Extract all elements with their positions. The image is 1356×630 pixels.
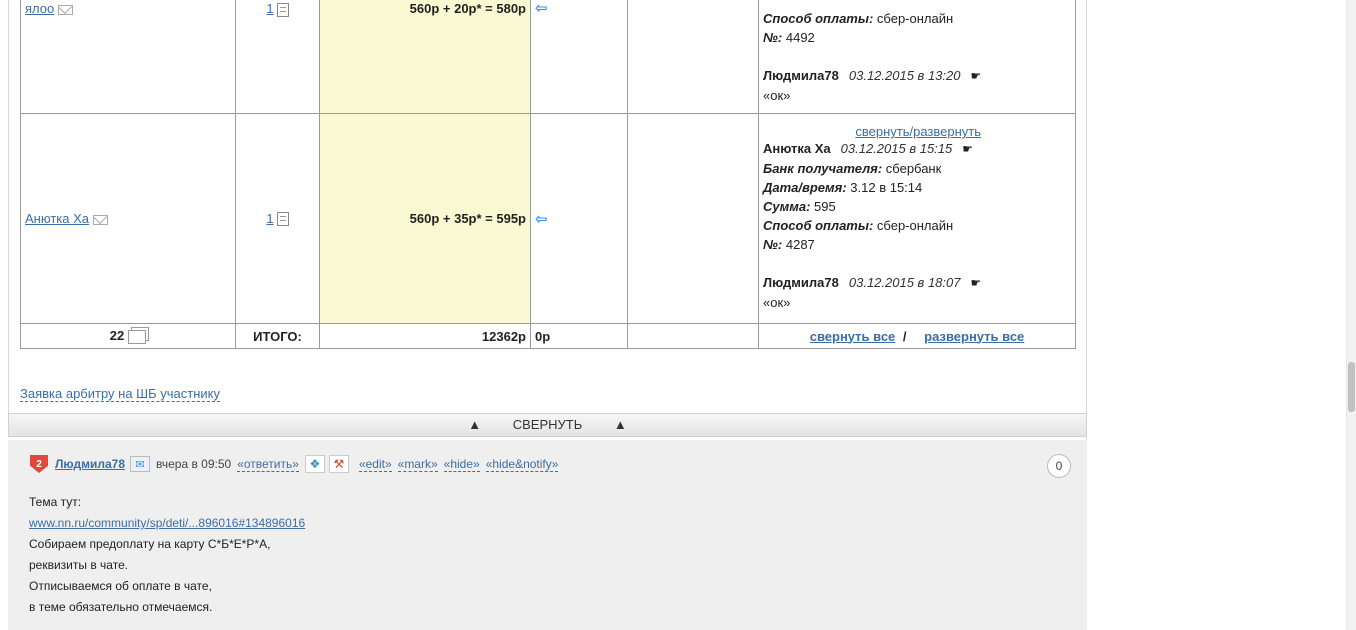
participant-cell: Анютка Ха [20,113,236,324]
arrow-cell: ⇦ [530,0,628,114]
collapse-all-link[interactable]: свернуть все [810,329,896,344]
reply-text: «ок» [763,88,791,103]
arrow-cell: ⇦ [530,113,628,324]
comment-body: Тема тут: www.nn.ru/community/sp/deti/..… [29,492,305,618]
comment-counter[interactable]: 0 [1047,454,1071,478]
detail-line: №: 4287 [763,237,815,252]
total-label: ИТОГО: [235,323,320,349]
detail-line: Способ оплаты: сбер-онлайн [763,11,954,26]
empty-cell [627,113,759,324]
entry-header: Анютка Ха 03.12.2015 в 15:15 ☛ [763,141,974,156]
mail-icon[interactable]: ✉ [130,456,151,472]
collapse-bar[interactable]: ▲ СВЕРНУТЬ ▲ [8,413,1087,437]
qty-link[interactable]: 1 [266,211,273,226]
reply-header: Людмила78 03.12.2015 в 13:20 ☛ [763,68,982,83]
empty-cell [627,323,759,349]
participant-link[interactable]: Анютка Ха [25,211,89,226]
details-cell: свернуть/развернуть Анютка Ха 03.12.2015 … [758,113,1076,324]
comment-time: вчера в 09:50 [156,457,232,471]
toggle-collapse-link[interactable]: свернуть/развернуть [763,125,1071,139]
detail-line: №: 4492 [763,30,815,45]
totals-row: 22 ИТОГО: 12362р 0р свернуть все / разве… [20,323,1076,349]
collapse-label: СВЕРНУТЬ [512,417,583,432]
sum-cell: 560р + 35р* = 595р [319,113,531,324]
comment-line: реквизиты в чате. [29,558,129,572]
gift-icon[interactable]: ❖ [304,455,325,473]
document-icon[interactable] [276,212,289,227]
pointing-hand-icon[interactable]: ☛ [962,142,973,156]
comment-author-link[interactable]: Людмила78 [55,457,125,471]
rank-badge-icon: 2 [30,455,48,473]
total-sum: 12362р [319,323,531,349]
reply-header: Людмила78 03.12.2015 в 18:07 ☛ [763,275,982,290]
detail-line: Способ оплаты: сбер-онлайн [763,218,954,233]
scroll-thumb[interactable] [1348,362,1355,412]
page-left-border [8,0,9,437]
arbiter-request-link[interactable]: Заявка арбитру на ШБ участнику [20,386,220,402]
toggle-all-cell: свернуть все / развернуть все [758,323,1076,349]
comment-header: 2 Людмила78 ✉ вчера в 09:50 «ответить» ❖… [30,455,564,473]
topic-link[interactable]: www.nn.ru/community/sp/deti/...896016#13… [29,516,305,530]
mark-link[interactable]: «mark» [397,457,438,472]
expand-all-link[interactable]: развернуть все [924,329,1024,344]
detail-line: Дата/время: 3.12 в 15:14 [763,180,923,195]
detail-line: Банк получателя: сбербанк [763,161,942,176]
pointing-hand-icon[interactable]: ☛ [970,276,981,290]
qty-link[interactable]: 1 [266,1,273,16]
participant-link[interactable]: ялоо [25,1,54,16]
arrow-up-icon: ▲ [613,417,627,432]
comment-line: Тема тут: [29,495,82,509]
qty-cell: 1 [235,0,320,114]
orders-table: ялоо 1 560р + 20р* = 580р ⇦ Способ оплат… [20,0,1076,349]
comment-line: в теме обязательно отмечаемся. [29,600,213,614]
stack-icon[interactable] [128,329,147,344]
arrow-up-icon: ▲ [468,417,482,432]
document-icon[interactable] [276,2,289,17]
table-row: ялоо 1 560р + 20р* = 580р ⇦ Способ оплат… [20,0,1076,114]
reply-link[interactable]: «ответить» [237,457,299,472]
hammer-icon[interactable]: ⚒ [328,455,349,473]
mail-icon[interactable] [58,4,74,15]
table-row: Анютка Ха 1 560р + 35р* = 595р ⇦ свернут… [20,113,1076,324]
vertical-scrollbar[interactable] [1346,0,1356,630]
empty-cell [627,0,759,114]
arrow-left-icon[interactable]: ⇦ [535,0,548,17]
detail-line: Сумма: 595 [763,199,836,214]
hide-notify-link[interactable]: «hide&notify» [485,457,559,472]
sum-cell: 560р + 20р* = 580р [319,0,531,114]
total-extra: 0р [530,323,628,349]
comment-line: Отписываемся об оплате в чате, [29,579,212,593]
pointing-hand-icon[interactable]: ☛ [970,69,981,83]
qty-cell: 1 [235,113,320,324]
reply-text: «ок» [763,295,791,310]
mail-icon[interactable] [92,214,108,225]
hide-link[interactable]: «hide» [443,457,480,472]
comment-block: 2 Людмила78 ✉ вчера в 09:50 «ответить» ❖… [8,440,1087,630]
comment-line: Собираем предоплату на карту С*Б*Е*Р*А, [29,537,271,551]
arrow-left-icon[interactable]: ⇦ [535,211,548,228]
participant-cell: ялоо [20,0,236,114]
details-cell: Способ оплаты: сбер-онлайн №: 4492 Людми… [758,0,1076,114]
comment-line: www.nn.ru/community/sp/deti/...896016#13… [29,513,305,534]
edit-link[interactable]: «edit» [358,457,392,472]
total-count-cell: 22 [20,323,236,349]
